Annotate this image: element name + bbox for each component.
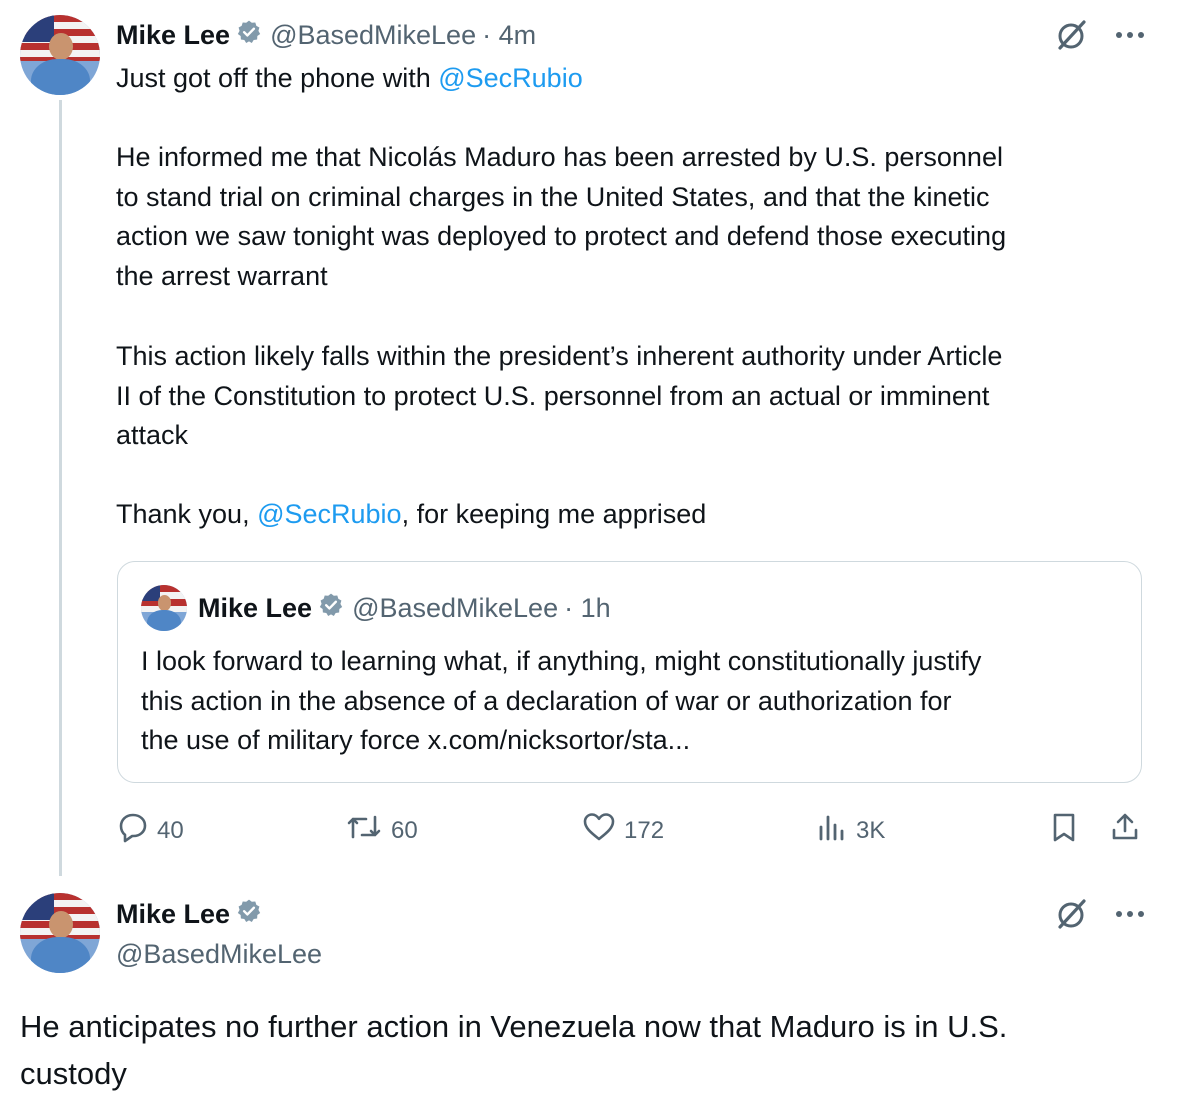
author-name[interactable]: Mike Lee [116, 20, 230, 51]
quote-header: Mike Lee @BasedMikeLee · 1h [198, 590, 611, 626]
views-count: 3K [856, 816, 886, 844]
intro-text: Just got off the phone with [116, 63, 439, 93]
tweet-text-intro: Just got off the phone with @SecRubio [116, 59, 583, 99]
reply-author-name-row: Mike Lee [116, 896, 270, 932]
verified-badge-icon [318, 592, 344, 625]
thanks-prefix: Thank you, [116, 499, 258, 529]
grok-icon[interactable] [1055, 897, 1089, 931]
quote-text: I look forward to learning what, if anyt… [141, 646, 982, 755]
avatar[interactable] [20, 15, 100, 95]
like-button[interactable]: 172 [582, 811, 664, 850]
like-count: 172 [624, 816, 665, 844]
author-handle[interactable]: @BasedMikeLee [270, 20, 476, 51]
tweet-thanks: Thank you, @SecRubio, for keeping me app… [116, 495, 706, 535]
grok-icon[interactable] [1055, 18, 1089, 52]
quoted-tweet-card[interactable]: Mike Lee @BasedMikeLee · 1h I look forwa… [117, 561, 1142, 783]
quote-author-handle: @BasedMikeLee [352, 592, 559, 623]
share-button[interactable] [1109, 811, 1141, 850]
tweet-paragraph-2: This action likely falls within the pres… [116, 341, 1003, 451]
verified-badge-icon [236, 898, 262, 931]
reply-count: 40 [157, 816, 184, 844]
share-icon [1109, 811, 1141, 850]
repost-button[interactable]: 60 [345, 811, 418, 850]
mention-link[interactable]: @SecRubio [257, 499, 401, 529]
repost-icon [345, 811, 383, 850]
reply-tweet-text: He anticipates no further action in Vene… [20, 1009, 1008, 1091]
bookmark-icon [1049, 811, 1079, 850]
thanks-suffix: , for keeping me apprised [401, 499, 707, 529]
heart-icon [582, 811, 616, 850]
bookmark-button[interactable] [1049, 811, 1079, 850]
avatar[interactable] [20, 893, 100, 973]
repost-count: 60 [391, 816, 418, 844]
views-button[interactable]: 3K [816, 811, 885, 850]
author-handle[interactable]: @BasedMikeLee [116, 939, 322, 970]
reply-icon [117, 811, 149, 850]
quote-author-name: Mike Lee [198, 592, 313, 623]
tweet-header: Mike Lee @BasedMikeLee · 4m [116, 17, 536, 53]
more-icon[interactable] [1115, 30, 1145, 40]
mention-link[interactable]: @SecRubio [438, 63, 582, 93]
views-icon [816, 811, 848, 850]
reply-button[interactable]: 40 [117, 811, 184, 850]
thread-connector-line [59, 100, 62, 876]
quote-time: · 1h [564, 592, 611, 623]
reply-author-handle-row: @BasedMikeLee [116, 936, 322, 972]
more-icon[interactable] [1115, 909, 1145, 919]
tweet-top-actions [1055, 18, 1145, 52]
quote-avatar[interactable] [141, 585, 187, 631]
reply-top-actions [1055, 897, 1145, 931]
verified-badge-icon [236, 19, 262, 52]
tweet-paragraph-1: He informed me that Nicolás Maduro has b… [116, 142, 1007, 292]
tweet-time[interactable]: · 4m [482, 20, 536, 51]
author-name[interactable]: Mike Lee [116, 899, 230, 930]
